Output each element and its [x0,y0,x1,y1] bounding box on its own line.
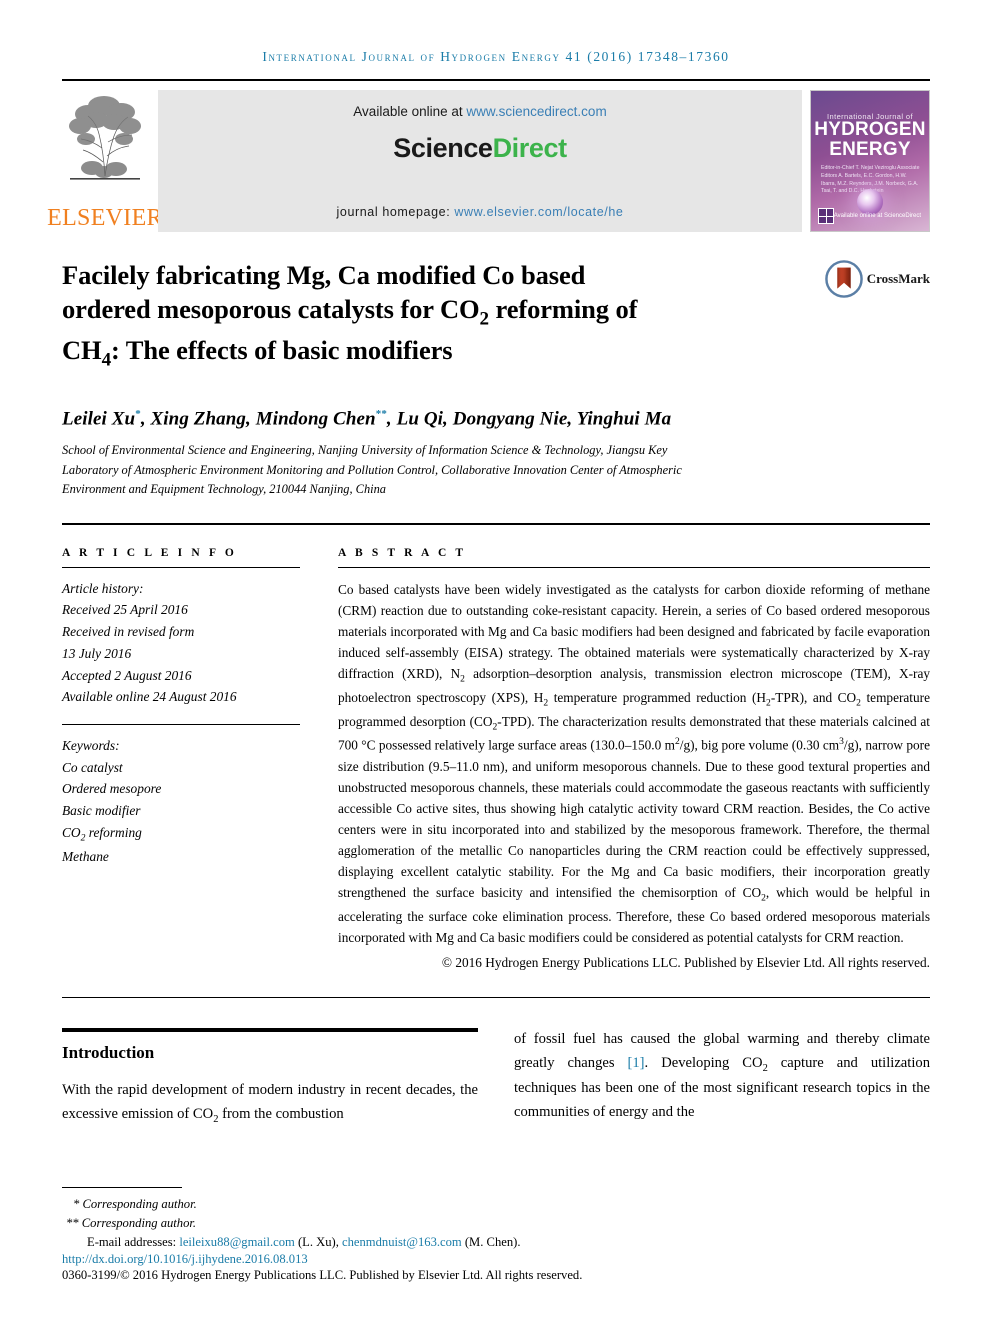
corresponding-author-note-1: * Corresponding author. [73,1196,197,1211]
elsevier-wordmark: ELSEVIER [47,205,163,231]
article-history-item: Received 25 April 2016 [62,602,188,618]
body-column-right: of fossil fuel has caused the global war… [514,1028,930,1128]
crossmark-badge[interactable]: CrossMark [824,260,930,298]
sciencedirect-logo-direct: Direct [492,133,568,163]
keyword-item: Co catalyst [62,759,123,775]
sciencedirect-panel: Available online at www.sciencedirect.co… [158,90,802,232]
available-online-prefix: Available online at [353,104,467,119]
issn-copyright-line: 0360-3199/© 2016 Hydrogen Energy Publica… [62,1268,583,1282]
email-1-attribution: (L. Xu), [294,1234,343,1249]
journal-homepage-label: journal homepage: [336,205,455,219]
email-link-2[interactable]: chenmdnuist@163.com [342,1235,462,1249]
body-section-rule [62,997,930,999]
email-2-attribution: (M. Chen). [461,1234,521,1249]
cover-orb-graphic [857,189,883,215]
journal-homepage-link[interactable]: www.elsevier.com/locate/he [454,205,623,219]
keywords-label: Keywords: [62,737,120,753]
title-line-1: Facilely fabricating Mg, Ca modified Co … [62,260,586,290]
article-page: International Journal of Hydrogen Energy… [0,0,992,1323]
abstract-heading: A B S T R A C T [338,546,467,559]
crossmark-icon [824,260,863,298]
title-line-3a: CH [62,334,102,365]
author-affiliation: School of Environmental Science and Engi… [62,442,682,497]
email-link-1[interactable]: leileixu88@gmail.com [179,1235,294,1249]
sciencedirect-logo[interactable]: ScienceDirect [393,133,568,164]
cover-publisher-badge-icon [818,208,834,224]
running-head: International Journal of Hydrogen Energy… [262,49,730,64]
abstract-copyright: © 2016 Hydrogen Energy Publications LLC.… [441,955,930,971]
author-list: Leilei Xu*, Xing Zhang, Mindong Chen**, … [62,407,672,429]
email-addresses-label: E-mail addresses: [87,1234,180,1249]
article-history-block: Article history: Received 25 April 2016 … [62,578,300,708]
keyword-item: Ordered mesopore [62,781,162,797]
keyword-item: CO2 reforming [62,824,142,844]
page-title: Facilely fabricating Mg, Ca modified Co … [62,258,825,373]
journal-cover-thumbnail[interactable]: International Journal of HYDROGEN ENERGY… [810,90,930,232]
sciencedirect-logo-science: Science [393,133,493,163]
keywords-rule [62,723,300,725]
title-line-2b: reforming of [488,294,638,325]
header-rule [62,79,930,81]
available-online-line: Available online at www.sciencedirect.co… [353,104,606,119]
journal-homepage-line: journal homepage: www.elsevier.com/locat… [337,205,624,219]
author-footnote-marker-1: * [135,407,141,420]
article-info-heading: A R T I C L E I N F O [62,546,237,559]
article-info-column: A R T I C L E I N F O Article history: R… [62,547,300,972]
info-section-rule [62,522,930,525]
cover-sciencedirect-label: Available online at ScienceDirect [833,213,921,220]
journal-cover-art: International Journal of HYDROGEN ENERGY… [811,91,929,231]
footnote-section: * Corresponding author. ** Corresponding… [62,1186,930,1283]
introduction-rule [62,1028,478,1033]
title-line-3b: : The effects of basic modifiers [111,334,453,365]
abstract-text: Co based catalysts have been widely inve… [338,581,930,946]
elsevier-tree-icon [69,96,141,180]
title-line-2a: ordered mesoporous catalysts for CO [62,294,480,325]
title-row: Facilely fabricating Mg, Ca modified Co … [62,258,930,373]
email-addresses-line: E-mail addresses: leileixu88@gmail.com (… [62,1233,930,1252]
title-line-2-sub: 2 [479,308,490,330]
body-column-left: Introduction With the rapid development … [62,1028,478,1128]
keyword-item: Methane [62,849,109,865]
crossmark-label: CrossMark [866,271,930,286]
introduction-paragraph-right: of fossil fuel has caused the global war… [514,1031,930,1120]
cover-title-line1: HYDROGEN [814,119,926,140]
keyword-item: Basic modifier [62,803,141,819]
abstract-heading-rule [338,566,930,568]
author-footnote-marker-2: ** [375,407,387,420]
introduction-paragraph-left: With the rapid development of modern ind… [62,1082,478,1125]
cover-title-line2: ENERGY [829,139,911,160]
title-line-3-sub: 4 [101,348,112,370]
sciencedirect-link[interactable]: www.sciencedirect.com [466,104,606,119]
article-history-label: Article history: [62,580,144,596]
abstract-column: A B S T R A C T Co based catalysts have … [338,547,930,972]
keywords-block: Keywords: Co catalyst Ordered mesopore B… [62,735,300,868]
doi-link[interactable]: http://dx.doi.org/10.1016/j.ijhydene.201… [62,1252,930,1267]
article-history-item: Accepted 2 August 2016 [62,667,192,683]
masthead: ELSEVIER Available online at www.science… [47,90,930,232]
footnote-rule [62,1186,182,1188]
elsevier-logo-block: ELSEVIER [47,90,163,232]
article-history-item: Available online 24 August 2016 [62,689,237,705]
article-info-heading-rule [62,566,300,568]
intro-right-text-a: of fossil fuel has caused the global war… [514,1031,930,1071]
introduction-heading: Introduction [62,1043,155,1063]
info-abstract-section: A R T I C L E I N F O Article history: R… [62,547,930,972]
reference-link-1[interactable]: [1] [628,1055,645,1071]
article-history-item: 13 July 2016 [62,645,132,661]
article-history-item: Received in revised form [62,624,195,640]
corresponding-author-note-2: ** Corresponding author. [66,1215,197,1230]
body-columns: Introduction With the rapid development … [62,1028,930,1128]
